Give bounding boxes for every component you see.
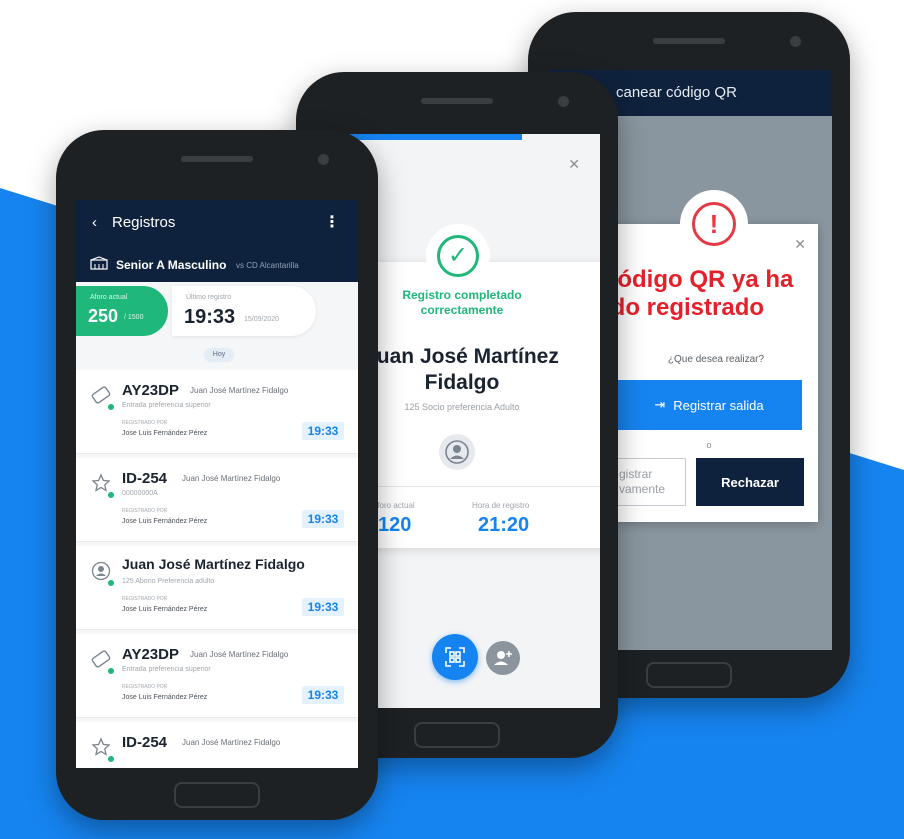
user-icon <box>91 561 111 581</box>
dialog-title: código QR ya ha ido registrado <box>604 266 794 321</box>
qr-scan-icon <box>445 647 465 667</box>
hora-value: 21:20 <box>478 514 530 536</box>
user-icon <box>439 434 475 470</box>
dialog-question: ¿Que desea realizar? <box>667 354 765 365</box>
item-name: Juan José Martínez Fidalgo <box>182 738 281 747</box>
aforo-label: Aforo actual <box>372 501 415 510</box>
ticket-icon <box>91 650 111 668</box>
aforo-label: Aforo actual <box>90 294 128 301</box>
registros-header: ‹ Registros ⋮ Senior A Masculino vs CD A… <box>76 200 358 282</box>
hora-label: Hora de registro <box>472 501 530 510</box>
star-icon <box>91 473 111 492</box>
last-registration-date: 15/09/2020 <box>244 316 280 323</box>
or-separator: o <box>706 440 712 450</box>
home-button <box>646 662 732 688</box>
more-vertical-icon[interactable]: ⋮ <box>324 212 340 232</box>
qr-scan-button[interactable] <box>432 634 478 680</box>
item-time: 19:33 <box>302 598 344 616</box>
header-title: canear código QR <box>616 84 737 101</box>
item-subtitle: 00000000A <box>122 490 158 497</box>
check-badge: ✓ <box>426 224 490 288</box>
list-item[interactable]: ID-254 Juan José Martínez Fidalgo 000000… <box>76 458 358 542</box>
phone-registros-list: ‹ Registros ⋮ Senior A Masculino vs CD A… <box>56 130 378 820</box>
aforo-pill: Aforo actual 250 / 1500 <box>76 286 168 336</box>
aforo-value: 120 <box>378 514 412 536</box>
close-icon[interactable]: ✕ <box>568 156 580 173</box>
registered-by-name: Jose Luis Fernández Pérez <box>122 430 208 437</box>
alert-circle-icon: ! <box>692 202 736 246</box>
item-subtitle: 125 Abono Preferencia adulto <box>122 578 215 585</box>
day-chip: Hoy <box>204 348 234 362</box>
phone-speaker <box>421 98 493 104</box>
item-time: 19:33 <box>302 686 344 704</box>
divider <box>350 486 600 487</box>
phone-camera <box>318 154 329 165</box>
item-name: Juan José Martínez Fidalgo <box>190 650 289 659</box>
register-exit-button[interactable]: ⇥ Registrar salida <box>616 380 802 430</box>
item-subtitle: Entrada preferencia superior <box>122 402 211 409</box>
aforo-total: / 1500 <box>124 314 144 321</box>
list-item[interactable]: AY23DP Juan José Martínez Fidalgo Entrad… <box>76 370 358 454</box>
status-dot <box>108 580 114 586</box>
last-registration-time: 19:33 <box>184 306 236 328</box>
add-user-icon <box>494 651 512 665</box>
check-circle-icon: ✓ <box>437 235 479 277</box>
status-dot <box>108 404 114 410</box>
registered-by-label: REGISTRADO POR <box>122 596 168 602</box>
registered-by-name: Jose Luis Fernández Pérez <box>122 694 208 701</box>
exit-icon: ⇥ <box>654 397 666 412</box>
item-name: Juan José Martínez Fidalgo <box>182 474 281 483</box>
close-icon[interactable]: ✕ <box>794 236 806 253</box>
item-subtitle: Entrada preferencia superior <box>122 666 211 673</box>
page-title: Registros <box>112 214 176 231</box>
list-item[interactable]: Juan José Martínez Fidalgo 125 Abono Pre… <box>76 546 358 630</box>
registered-by-label: REGISTRADO POR <box>122 420 168 426</box>
phone-camera <box>790 36 801 47</box>
last-registration-card: Último registro 19:33 15/09/2020 <box>172 286 316 336</box>
stats-bar: Aforo actual 250 / 1500 Último registro … <box>76 282 358 338</box>
item-code: ID-254 <box>122 470 168 487</box>
registered-by-label: REGISTRADO POR <box>122 684 168 690</box>
stadium-icon <box>90 256 108 270</box>
item-code: AY23DP <box>122 382 179 399</box>
chevron-left-icon[interactable]: ‹ <box>92 214 97 231</box>
already-registered-dialog: ✕ código QR ya ha ido registrado ¿Que de… <box>604 224 818 522</box>
item-time: 19:33 <box>302 510 344 528</box>
registered-by-name: Jose Luis Fernández Pérez <box>122 606 208 613</box>
alert-badge: ! <box>680 190 748 258</box>
member-subtitle: 125 Socio preferencia Adulto <box>404 402 520 412</box>
item-code: Juan José Martínez Fidalgo <box>122 556 305 572</box>
registered-by-name: Jose Luis Fernández Pérez <box>122 518 208 525</box>
aforo-value: 250 <box>88 306 119 326</box>
registered-by-label: REGISTRADO POR <box>122 508 168 514</box>
phone-camera <box>558 96 569 107</box>
phone-speaker <box>653 38 725 44</box>
home-button <box>414 722 500 748</box>
register-exit-label: Registrar salida <box>673 397 764 413</box>
status-dot <box>108 668 114 674</box>
item-code: AY23DP <box>122 646 179 663</box>
team-name: Senior A Masculino <box>116 258 227 272</box>
status-dot <box>108 756 114 762</box>
home-button <box>174 782 260 808</box>
item-name: Juan José Martínez Fidalgo <box>190 386 289 395</box>
rival-name: vs CD Alcantarilla <box>236 261 299 270</box>
last-registration-label: Último registro <box>186 294 232 301</box>
ticket-icon <box>91 386 111 404</box>
status-dot <box>108 492 114 498</box>
add-user-button[interactable] <box>486 641 520 675</box>
phone-speaker <box>181 156 253 162</box>
promo-stage: canear código QR ✕ código QR ya ha ido r… <box>0 0 904 839</box>
member-name: Juan José Martínez Fidalgo <box>365 345 559 394</box>
star-icon <box>91 737 111 756</box>
list-item[interactable]: AY23DP Juan José Martínez Fidalgo Entrad… <box>76 634 358 718</box>
reject-button[interactable]: Rechazar <box>696 458 804 506</box>
success-message: Registro completado correctamente <box>402 288 522 317</box>
list-item[interactable]: ID-254 Juan José Martínez Fidalgo <box>76 722 358 768</box>
phone-screen: ‹ Registros ⋮ Senior A Masculino vs CD A… <box>76 200 358 768</box>
item-code: ID-254 <box>122 734 168 751</box>
item-time: 19:33 <box>302 422 344 440</box>
